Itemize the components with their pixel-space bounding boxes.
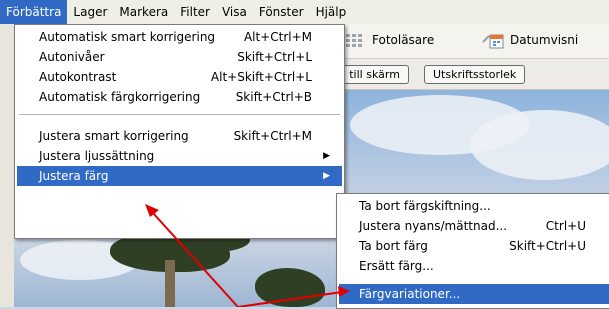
annotation-arrows [145, 204, 350, 307]
arrowhead-icon [145, 204, 159, 217]
arrow-line [237, 291, 343, 307]
arrowhead-icon [338, 286, 350, 297]
arrow-line [152, 212, 239, 307]
